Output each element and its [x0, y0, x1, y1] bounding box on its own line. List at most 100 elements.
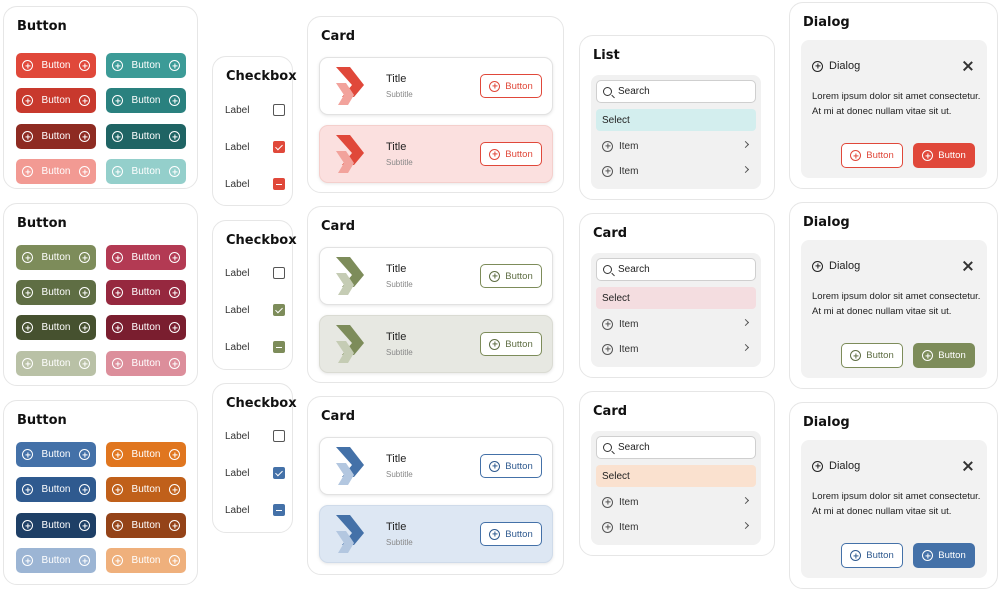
list-item[interactable]: Item [596, 339, 756, 359]
list-item[interactable]: Item [596, 517, 756, 537]
checkbox-unchecked[interactable]: Label [225, 102, 285, 118]
search-input[interactable]: Search [596, 80, 756, 103]
card-subtitle: Subtitle [386, 348, 413, 357]
checkbox-box[interactable] [273, 267, 285, 279]
button-red-3[interactable]: Button [16, 124, 96, 149]
list-item[interactable]: Item [596, 314, 756, 334]
list-item-label: Item [619, 343, 639, 355]
chevron-right-icon [741, 343, 750, 352]
button-teal-2[interactable]: Button [106, 88, 186, 113]
search-input[interactable]: Search [596, 258, 756, 281]
button-orange-disabled[interactable]: Button [106, 548, 186, 573]
button-label: Button [938, 350, 966, 361]
button-teal-disabled[interactable]: Button [106, 159, 186, 184]
checkbox-unchecked[interactable]: Label [225, 428, 285, 444]
button-blue-3[interactable]: Button [16, 513, 96, 538]
minus-icon[interactable] [273, 504, 285, 516]
card-button[interactable]: Button [480, 264, 542, 288]
card-item[interactable]: Title Subtitle Button [319, 437, 553, 495]
dialog-primary-button[interactable]: Button [913, 543, 975, 568]
checkbox-box[interactable] [273, 430, 285, 442]
button-panel-red: Button Button Button Button Button Butto… [3, 6, 198, 189]
card-item[interactable]: Title Subtitle Button [319, 247, 553, 305]
plus-circle-icon [22, 60, 33, 71]
plus-circle-icon [112, 520, 123, 531]
card-item[interactable]: Title Subtitle Button [319, 57, 553, 115]
list-container: Search Select Item Item [591, 75, 761, 189]
button-olive-1[interactable]: Button [16, 245, 96, 270]
checkmark-icon[interactable] [273, 304, 285, 316]
button-label: Button [41, 358, 71, 369]
checkbox-indeterminate[interactable]: Label [225, 176, 285, 192]
close-icon[interactable] [963, 261, 973, 271]
plus-circle-icon [169, 520, 180, 531]
card-button[interactable]: Button [480, 332, 542, 356]
card-item-selected[interactable]: Title Subtitle Button [319, 315, 553, 373]
card-subtitle: Subtitle [386, 90, 413, 99]
button-crimson-1[interactable]: Button [106, 245, 186, 270]
panel-title: Card [321, 29, 356, 44]
list-item[interactable]: Item [596, 136, 756, 156]
dialog-secondary-button[interactable]: Button [841, 543, 903, 568]
dialog-secondary-button[interactable]: Button [841, 343, 903, 368]
list-item-selected[interactable]: Select [596, 109, 756, 131]
plus-circle-icon [112, 484, 123, 495]
panel-title: Dialog [803, 15, 850, 30]
checkbox-box[interactable] [273, 104, 285, 116]
button-blue-disabled[interactable]: Button [16, 548, 96, 573]
card-button[interactable]: Button [480, 74, 542, 98]
button-orange-1[interactable]: Button [106, 442, 186, 467]
button-crimson-disabled[interactable]: Button [106, 351, 186, 376]
button-blue-2[interactable]: Button [16, 477, 96, 502]
checkbox-checked[interactable]: Label [225, 302, 285, 318]
plus-circle-icon [79, 358, 90, 369]
plus-circle-icon [79, 166, 90, 177]
plus-circle-icon [112, 60, 123, 71]
button-orange-2[interactable]: Button [106, 477, 186, 502]
button-red-2[interactable]: Button [16, 88, 96, 113]
checkbox-indeterminate[interactable]: Label [225, 339, 285, 355]
dialog-panel-blue: Dialog Dialog Lorem ipsum dolor sit amet… [789, 402, 998, 589]
dialog-secondary-button[interactable]: Button [841, 143, 903, 168]
dialog-title: Dialog [829, 460, 861, 472]
checkbox-panel-red: Checkbox Label Label Label [212, 56, 297, 206]
checkbox-checked[interactable]: Label [225, 139, 285, 155]
card-item-selected[interactable]: Title Subtitle Button [319, 125, 553, 183]
close-icon[interactable] [963, 461, 973, 471]
minus-icon[interactable] [273, 341, 285, 353]
checkbox-unchecked[interactable]: Label [225, 265, 285, 281]
button-red-1[interactable]: Button [16, 53, 96, 78]
checkbox-label: Label [225, 467, 250, 479]
button-olive-2[interactable]: Button [16, 280, 96, 305]
panel-title: Dialog [803, 415, 850, 430]
checkbox-checked[interactable]: Label [225, 465, 285, 481]
checkmark-icon[interactable] [273, 141, 285, 153]
card-subtitle: Subtitle [386, 538, 413, 547]
button-crimson-2[interactable]: Button [106, 280, 186, 305]
checkmark-icon[interactable] [273, 467, 285, 479]
checkbox-indeterminate[interactable]: Label [225, 502, 285, 518]
search-input[interactable]: Search [596, 436, 756, 459]
button-crimson-3[interactable]: Button [106, 315, 186, 340]
close-icon[interactable] [963, 61, 973, 71]
dialog-primary-button[interactable]: Button [913, 343, 975, 368]
button-orange-3[interactable]: Button [106, 513, 186, 538]
button-blue-1[interactable]: Button [16, 442, 96, 467]
list-item-selected[interactable]: Select [596, 287, 756, 309]
dialog-primary-button[interactable]: Button [913, 143, 975, 168]
button-label: Button [131, 449, 161, 460]
button-olive-3[interactable]: Button [16, 315, 96, 340]
list-item[interactable]: Item [596, 161, 756, 181]
card-button[interactable]: Button [480, 454, 542, 478]
card-item-selected[interactable]: Title Subtitle Button [319, 505, 553, 563]
plus-circle-icon [79, 322, 90, 333]
card-button[interactable]: Button [480, 142, 542, 166]
minus-icon[interactable] [273, 178, 285, 190]
button-teal-3[interactable]: Button [106, 124, 186, 149]
list-item[interactable]: Item [596, 492, 756, 512]
button-teal-1[interactable]: Button [106, 53, 186, 78]
button-red-disabled[interactable]: Button [16, 159, 96, 184]
card-button[interactable]: Button [480, 522, 542, 546]
button-olive-disabled[interactable]: Button [16, 351, 96, 376]
list-item-selected[interactable]: Select [596, 465, 756, 487]
